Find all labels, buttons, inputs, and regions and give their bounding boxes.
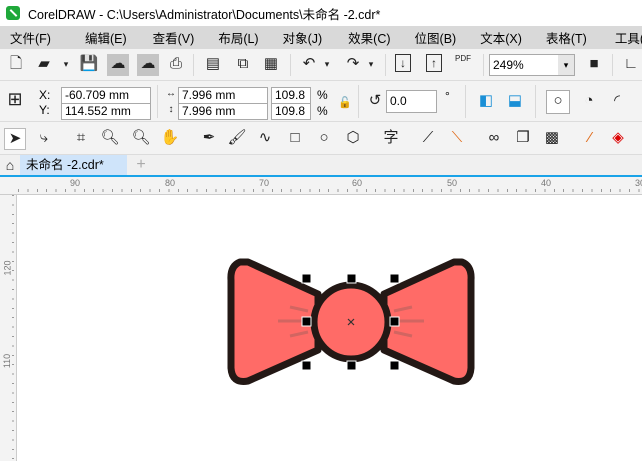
ruler-label: 90 bbox=[70, 178, 81, 188]
ruler-label: 30 bbox=[635, 178, 642, 188]
standard-toolbar: 🗋 ▰ ▾ 💾 ☁ ☁ ⎙ ▤ ⧉ ▦ ↶ ▾ ↷ ▾ ↓ ↑ PDF 249%… bbox=[0, 49, 642, 81]
pie-mode-icon[interactable]: ◔ bbox=[578, 91, 600, 113]
drawing-canvas[interactable] bbox=[18, 196, 642, 461]
scale-height-input[interactable]: 109.8 bbox=[271, 103, 311, 120]
export-icon[interactable]: ↑ bbox=[426, 54, 442, 72]
ellipse-tool-icon[interactable]: ○ bbox=[313, 128, 335, 150]
x-label: X: bbox=[39, 88, 51, 102]
menu-view[interactable]: 查看(V) bbox=[143, 28, 205, 47]
blend-tool-icon[interactable]: ∞ bbox=[483, 128, 505, 150]
degree-label: ° bbox=[445, 89, 450, 103]
menu-edit[interactable]: 编辑(E) bbox=[75, 28, 137, 47]
bow-tie-drawing[interactable] bbox=[18, 196, 642, 461]
zoom-value: 249% bbox=[493, 58, 524, 72]
menu-text[interactable]: 文本(X) bbox=[470, 28, 532, 47]
rotation-input[interactable]: 0.0 bbox=[386, 90, 437, 113]
zoom-out-tool-icon[interactable]: 🔍︎ bbox=[130, 128, 152, 150]
ruler-label: 40 bbox=[541, 178, 552, 188]
height-input[interactable]: 7.996 mm bbox=[178, 103, 268, 120]
cut-icon[interactable]: ▤ bbox=[202, 54, 224, 76]
interactive-fill-tool-icon[interactable]: ◈ bbox=[607, 128, 629, 150]
export-pdf-icon[interactable]: PDF bbox=[452, 53, 474, 75]
open-icon[interactable]: ▰ bbox=[33, 54, 55, 76]
open-dropdown-icon[interactable]: ▾ bbox=[55, 54, 77, 76]
toolbox: ➤ ⤷ ⌗ 🔍︎ 🔍︎ ✋ ✒ 🖌︎ ∿ □ ○ ⬡ 字 ⟋ ⟍ ∞ ❐ ▩ ⁄… bbox=[0, 122, 642, 155]
crop-tool-icon[interactable]: ⌗ bbox=[70, 128, 92, 150]
x-position-input[interactable]: -60.709 mm bbox=[61, 87, 151, 104]
paste-icon[interactable]: ▦ bbox=[260, 54, 282, 76]
cloud-upload-icon[interactable]: ☁ bbox=[137, 54, 159, 76]
options-ruler-icon[interactable]: ∟ bbox=[620, 54, 642, 76]
rotate-icon: ↺ bbox=[368, 92, 382, 109]
menu-file[interactable]: 文件(F) bbox=[0, 28, 61, 47]
add-tab-icon[interactable]: + bbox=[130, 155, 152, 177]
menu-bitmaps[interactable]: 位图(B) bbox=[405, 28, 467, 47]
width-input[interactable]: 7.996 mm bbox=[178, 87, 268, 104]
y-position-input[interactable]: 114.552 mm bbox=[61, 103, 151, 120]
text-tool-icon[interactable]: 字 bbox=[380, 128, 402, 150]
ruler-label: 50 bbox=[447, 178, 458, 188]
redo-dropdown-icon[interactable]: ▾ bbox=[360, 54, 382, 76]
ellipse-mode-icon[interactable]: ○ bbox=[546, 90, 570, 114]
import-icon[interactable]: ↓ bbox=[395, 54, 411, 72]
full-screen-icon[interactable]: ■ bbox=[583, 54, 605, 76]
percent-label: % bbox=[317, 104, 328, 118]
ruler-label: 70 bbox=[259, 178, 270, 188]
menu-effects[interactable]: 效果(C) bbox=[338, 28, 400, 47]
zoom-tool-icon[interactable]: 🔍︎ bbox=[99, 128, 121, 150]
property-bar: ⊞ X: Y: -60.709 mm 114.552 mm ↔ ↕ 7.996 … bbox=[0, 81, 642, 122]
coreldraw-logo-icon bbox=[6, 6, 20, 20]
rectangle-tool-icon[interactable]: □ bbox=[284, 128, 306, 150]
vertical-ruler[interactable]: 120 110 bbox=[0, 195, 17, 461]
chevron-down-icon[interactable]: ▾ bbox=[558, 55, 574, 75]
document-tabs: ⌂ 未命名 -2.cdr* + bbox=[0, 155, 642, 177]
pen-tool-icon[interactable]: ✒ bbox=[198, 128, 220, 150]
ruler-label: 60 bbox=[352, 178, 363, 188]
bspline-tool-icon[interactable]: ∿ bbox=[254, 128, 276, 150]
pick-tool-icon[interactable]: ➤ bbox=[4, 128, 26, 150]
menu-object[interactable]: 对象(J) bbox=[273, 28, 333, 47]
reference-point-icon[interactable]: ⊞ bbox=[4, 89, 26, 111]
tab-document[interactable]: 未命名 -2.cdr* bbox=[20, 155, 127, 175]
ruler-label: 80 bbox=[165, 178, 176, 188]
polygon-tool-icon[interactable]: ⬡ bbox=[342, 128, 364, 150]
zoom-level-select[interactable]: 249% ▾ bbox=[489, 54, 575, 76]
new-document-icon[interactable]: 🗋 bbox=[5, 54, 27, 76]
mirror-vertical-icon[interactable]: ⬓ bbox=[504, 91, 526, 113]
undo-dropdown-icon[interactable]: ▾ bbox=[316, 54, 338, 76]
y-label: Y: bbox=[39, 103, 50, 117]
arc-mode-icon[interactable]: ◜ bbox=[606, 91, 628, 113]
mirror-horizontal-icon[interactable]: ◧ bbox=[475, 91, 497, 113]
drop-shadow-tool-icon[interactable]: ❐ bbox=[512, 128, 534, 150]
window-title: CorelDRAW - C:\Users\Administrator\Docum… bbox=[28, 7, 381, 22]
cloud-download-icon[interactable]: ☁ bbox=[107, 54, 129, 76]
menu-bar: 文件(F) 编辑(E) 查看(V) 布局(L) 对象(J) 效果(C) 位图(B… bbox=[0, 26, 642, 49]
menu-tools[interactable]: 工具(O) bbox=[605, 28, 642, 47]
scale-width-input[interactable]: 109.8 bbox=[271, 87, 311, 104]
title-bar: CorelDRAW - C:\Users\Administrator\Docum… bbox=[0, 0, 642, 26]
menu-table[interactable]: 表格(T) bbox=[536, 28, 597, 47]
tab-label: 未命名 -2.cdr* bbox=[26, 158, 104, 172]
lock-ratio-icon[interactable]: 🔓 bbox=[334, 93, 356, 115]
percent-label: % bbox=[317, 88, 328, 102]
dimension-tool-icon[interactable]: ⟋ bbox=[417, 128, 439, 150]
copy-icon[interactable]: ⧉ bbox=[232, 54, 254, 76]
save-icon[interactable]: 💾 bbox=[78, 54, 100, 76]
brush-tool-icon[interactable]: 🖌︎ bbox=[226, 128, 248, 150]
menu-layout[interactable]: 布局(L) bbox=[208, 28, 268, 47]
horizontal-ruler[interactable]: 90 80 70 60 50 40 30 bbox=[0, 177, 642, 195]
shape-tool-icon[interactable]: ⤷ bbox=[33, 128, 55, 150]
home-icon[interactable]: ⌂ bbox=[0, 155, 20, 177]
pan-tool-icon[interactable]: ✋ bbox=[159, 128, 181, 150]
connector-tool-icon[interactable]: ⟍ bbox=[446, 128, 468, 150]
ruler-label: 110 bbox=[2, 353, 13, 369]
print-icon[interactable]: ⎙ bbox=[165, 54, 187, 76]
eyedropper-tool-icon[interactable]: ⁄ bbox=[579, 128, 601, 150]
transparency-tool-icon[interactable]: ▩ bbox=[541, 128, 563, 150]
